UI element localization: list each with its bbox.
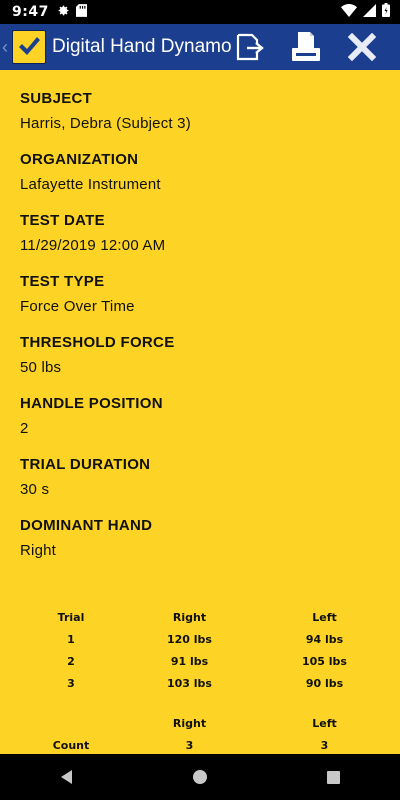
table-cell: 2: [67, 654, 75, 668]
table-cell: 3: [185, 738, 194, 752]
status-time: 9:47: [12, 4, 49, 20]
field-value: 11/29/2019 12:00 AM: [20, 237, 166, 254]
table-row: Count 3 3: [20, 734, 392, 756]
field-label: DOMINANT HAND: [20, 517, 153, 534]
table-cell: 105 lbs: [302, 654, 347, 668]
field-value: Right: [20, 542, 57, 559]
signal-icon: [363, 3, 376, 21]
battery-icon: [382, 3, 390, 21]
chevron-left-icon[interactable]: ‹: [2, 37, 10, 58]
field-value: 50 lbs: [20, 359, 62, 376]
table-header-row: Right Left: [20, 712, 392, 734]
table-row: 2 91 lbs 105 lbs: [20, 650, 392, 672]
field-handle-position: HANDLE POSITION 2: [20, 395, 380, 437]
field-label: TRIAL DURATION: [20, 456, 151, 473]
table-cell: 91 lbs: [170, 654, 209, 668]
table-header: Left: [312, 610, 337, 624]
field-value: Lafayette Instrument: [20, 176, 161, 193]
checkmark-logo-icon[interactable]: [12, 30, 46, 64]
table-cell: 94 lbs: [305, 632, 344, 646]
table-header: Left: [312, 716, 337, 730]
trials-table: Trial Right Left 1 120 lbs 94 lbs 2 91 l…: [20, 606, 392, 694]
field-value: 2: [20, 420, 29, 437]
table-header: Right: [172, 716, 207, 730]
table-cell: 90 lbs: [305, 676, 344, 690]
field-trial-duration: TRIAL DURATION 30 s: [20, 456, 380, 498]
recents-icon[interactable]: [303, 754, 363, 800]
app-title: Digital Hand Dynamo…: [52, 36, 232, 57]
back-icon[interactable]: [37, 754, 97, 800]
field-label: TEST TYPE: [20, 273, 105, 290]
status-bar: 9:47: [0, 0, 400, 24]
field-value: Harris, Debra (Subject 3): [20, 115, 191, 132]
gear-icon: [57, 4, 70, 21]
field-test-type: TEST TYPE Force Over Time: [20, 273, 380, 315]
table-cell: 3: [67, 676, 75, 690]
field-value: 30 s: [20, 481, 50, 498]
field-label: ORGANIZATION: [20, 151, 139, 168]
print-icon[interactable]: [278, 24, 334, 70]
table-row: 1 120 lbs 94 lbs: [20, 628, 392, 650]
navigation-bar: [0, 754, 400, 800]
table-cell: 120 lbs: [167, 632, 212, 646]
table-header: Trial: [57, 610, 85, 624]
field-label: HANDLE POSITION: [20, 395, 163, 412]
field-dominant-hand: DOMINANT HAND Right: [20, 517, 380, 559]
app-bar: ‹ Digital Hand Dynamo…: [0, 24, 400, 70]
close-icon[interactable]: [334, 24, 390, 70]
field-label: THRESHOLD FORCE: [20, 334, 175, 351]
table-header: [20, 712, 122, 734]
field-test-date: TEST DATE 11/29/2019 12:00 AM: [20, 212, 380, 254]
table-cell: 103 lbs: [167, 676, 212, 690]
home-icon[interactable]: [170, 754, 230, 800]
table-cell: 1: [67, 632, 75, 646]
field-subject: SUBJECT Harris, Debra (Subject 3): [20, 90, 380, 132]
summary-table: Right Left Count 3 3: [20, 712, 392, 756]
wifi-icon: [341, 3, 357, 21]
table-header-row: Trial Right Left: [20, 606, 392, 628]
field-label: TEST DATE: [20, 212, 105, 229]
test-details: SUBJECT Harris, Debra (Subject 3) ORGANI…: [20, 90, 380, 578]
sd-card-icon: [75, 3, 87, 21]
table-cell: Count: [52, 738, 90, 752]
toolbar-actions: [222, 24, 390, 70]
field-label: SUBJECT: [20, 90, 93, 107]
table-row: 3 103 lbs 90 lbs: [20, 672, 392, 694]
table-cell: 3: [320, 738, 329, 752]
field-value: Force Over Time: [20, 298, 135, 315]
field-organization: ORGANIZATION Lafayette Instrument: [20, 151, 380, 193]
field-threshold-force: THRESHOLD FORCE 50 lbs: [20, 334, 380, 376]
table-header: Right: [172, 610, 207, 624]
export-icon[interactable]: [222, 24, 278, 70]
